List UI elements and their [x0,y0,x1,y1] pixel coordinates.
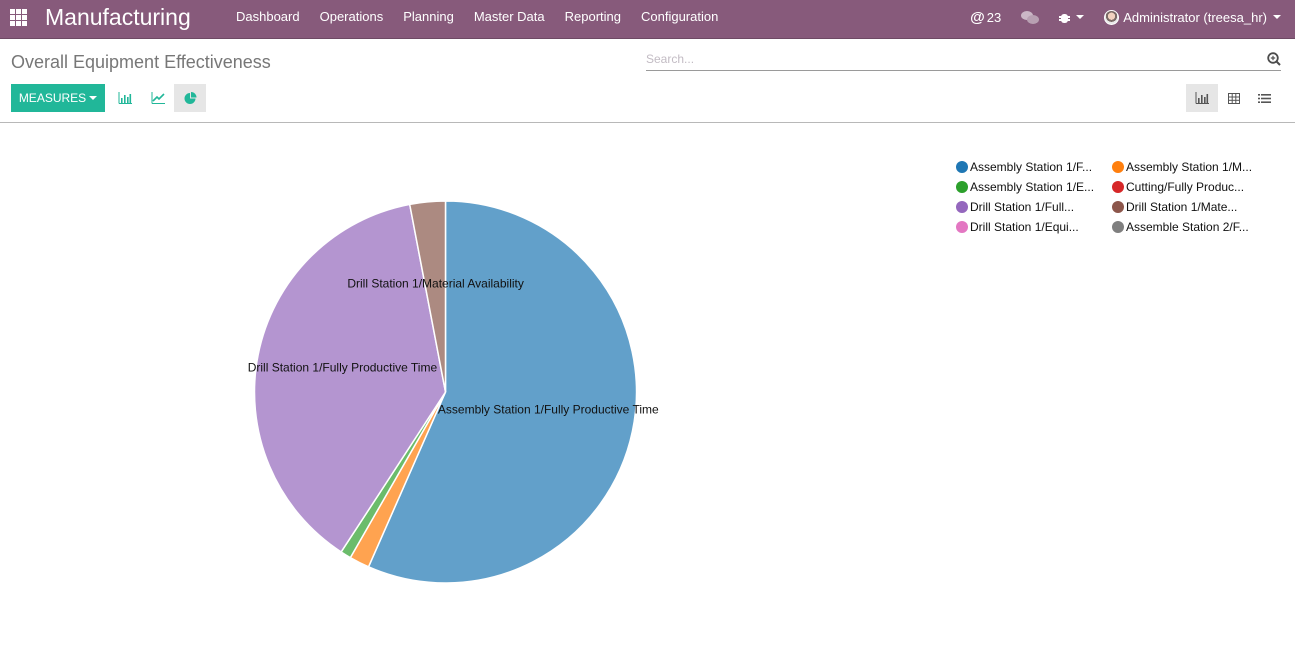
list-view-button[interactable] [1248,84,1280,112]
search-bar [646,50,1281,71]
menu-item-dashboard[interactable]: Dashboard [226,0,310,34]
legend-item[interactable]: Assembly Station 1/M... [1112,160,1268,174]
menu-item-operations[interactable]: Operations [310,0,394,34]
main-menu: Dashboard Operations Planning Master Dat… [226,0,728,34]
legend-swatch-icon [1112,181,1124,193]
messaging-button[interactable] [1011,0,1049,34]
chart-legend: Assembly Station 1/F... Assembly Station … [956,160,1276,234]
legend-item[interactable]: Assembly Station 1/E... [956,180,1112,194]
mentions-button[interactable]: @ 23 [960,0,1011,34]
debug-menu-button[interactable] [1049,0,1094,34]
legend-swatch-icon [1112,161,1124,173]
menu-item-master-data[interactable]: Master Data [464,0,555,34]
top-navbar: Manufacturing Dashboard Operations Plann… [0,0,1295,39]
chat-bubbles-icon [1021,10,1040,24]
legend-swatch-icon [1112,201,1124,213]
search-input[interactable] [646,52,1246,66]
app-brand: Manufacturing [45,4,191,30]
pie-chart-icon [184,91,196,104]
legend-label: Assembly Station 1/E... [970,180,1095,194]
caret-down-icon [1076,15,1085,19]
slice-label: Assembly Station 1/Fully Productive Time [438,403,659,417]
legend-swatch-icon [1112,221,1124,233]
graph-view-button[interactable] [1186,84,1218,112]
bar-chart-icon [1195,92,1209,104]
line-chart-mode-button[interactable] [142,84,174,112]
page-title: Overall Equipment Effectiveness [11,52,271,72]
legend-swatch-icon [956,221,968,233]
legend-swatch-icon [956,161,968,173]
pie-chart-mode-button[interactable] [174,84,206,112]
legend-item[interactable]: Drill Station 1/Full... [956,200,1112,214]
legend-label: Assembly Station 1/F... [970,160,1093,174]
legend-item[interactable]: Assembly Station 1/F... [956,160,1112,174]
bug-icon [1059,11,1071,24]
avatar [1104,9,1120,25]
legend-label: Assemble Station 2/F... [1126,220,1249,234]
slice-label: Drill Station 1/Fully Productive Time [248,361,438,375]
menu-item-configuration[interactable]: Configuration [631,0,728,34]
legend-item[interactable]: Cutting/Fully Produc... [1112,180,1268,194]
menu-item-reporting[interactable]: Reporting [555,0,631,34]
measures-dropdown-button[interactable]: MEASURES [11,84,105,112]
list-icon [1257,93,1271,103]
legend-label: Drill Station 1/Mate... [1126,200,1238,214]
bar-chart-mode-button[interactable] [109,84,141,112]
legend-label: Assembly Station 1/M... [1126,160,1253,174]
measures-label: MEASURES [18,91,87,105]
line-chart-icon [151,92,165,104]
at-sign-icon: @ [970,8,985,26]
caret-down-icon [1273,15,1281,19]
slice-label: Drill Station 1/Material Availability [347,276,524,290]
caret-down-icon [89,96,98,100]
systray: @ 23 Administrator (treesa_hr) [960,0,1295,34]
pivot-view-button[interactable] [1218,84,1250,112]
mentions-count: 23 [986,9,1002,25]
legend-swatch-icon [956,181,968,193]
legend-item[interactable]: Drill Station 1/Equi... [956,220,1112,234]
apps-menu-icon[interactable] [10,9,27,26]
legend-label: Drill Station 1/Full... [970,200,1075,214]
bar-chart-icon [118,92,132,104]
graph-view: Assembly Station 1/Fully Productive Time… [0,124,1295,651]
user-menu[interactable]: Administrator (treesa_hr) [1094,0,1295,34]
legend-label: Cutting/Fully Produc... [1126,180,1245,194]
table-grid-icon [1228,92,1240,104]
user-name: Administrator (treesa_hr) [1123,9,1267,25]
legend-item[interactable]: Assemble Station 2/F... [1112,220,1268,234]
legend-item[interactable]: Drill Station 1/Mate... [1112,200,1268,214]
control-panel: Overall Equipment Effectiveness MEASURES [0,39,1295,123]
menu-item-planning[interactable]: Planning [393,0,464,34]
legend-swatch-icon [956,201,968,213]
legend-label: Drill Station 1/Equi... [970,220,1079,234]
search-toggle-icon[interactable] [1267,52,1281,66]
